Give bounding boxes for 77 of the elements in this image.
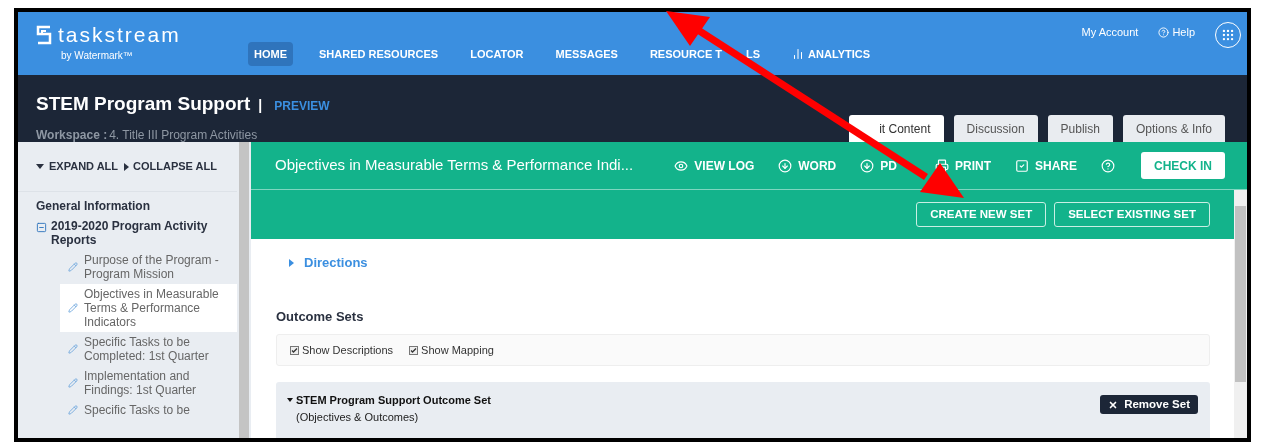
document-title: Objectives in Measurable Terms & Performance Indi... — [275, 155, 635, 176]
preview-link[interactable]: PREVIEW — [274, 97, 330, 115]
toolbar-action[interactable]: SHARE — [1014, 156, 1077, 175]
check-in-button[interactable]: CHECK IN — [1141, 152, 1225, 179]
sidebar-item[interactable]: Specific Tasks to be — [60, 400, 237, 420]
remove-set-button[interactable]: Remove Set — [1100, 395, 1198, 414]
account-link[interactable]: My Account — [1081, 24, 1139, 41]
toolbar-action[interactable]: VIEW LOG — [674, 156, 755, 175]
checkbox[interactable] — [409, 345, 419, 355]
check-icon — [291, 346, 298, 354]
checkbox[interactable] — [290, 345, 299, 355]
logo-subtitle: by Watermark™ — [61, 49, 134, 63]
item-label: Implementation and Findings: 1st Quarter — [84, 369, 198, 397]
pencil-icon — [68, 262, 78, 272]
nav-link[interactable]: SHARED RESOURCES — [313, 41, 445, 66]
help-button[interactable] — [1101, 158, 1115, 173]
logo-icon — [36, 24, 52, 45]
grid-icon — [1221, 28, 1235, 42]
tab[interactable]: Options & Info — [1122, 115, 1225, 142]
nav-link[interactable]: MESSAGES — [549, 41, 624, 66]
directions-toggle[interactable]: Directions — [289, 253, 368, 273]
nav-link[interactable]: HOME — [248, 41, 293, 66]
item-label: Purpose of the Program - Program Mission — [84, 253, 220, 281]
help-icon — [1101, 158, 1115, 173]
set-title[interactable]: STEM Program Support Outcome Set — [287, 392, 491, 409]
option-label: Show Mapping — [421, 342, 494, 358]
nav-link[interactable]: RESOURCE T LS — [643, 41, 767, 66]
set-button[interactable]: CREATE NEW SET — [916, 202, 1047, 227]
bar-chart-icon — [792, 47, 805, 60]
download-icon — [860, 158, 875, 173]
nav-link[interactable]: LOCATOR — [464, 41, 530, 66]
print-icon — [934, 158, 949, 173]
toolbar-action[interactable]: WORD — [778, 156, 837, 175]
tab[interactable]: Discussion — [953, 115, 1038, 142]
download-icon — [778, 158, 793, 173]
help-link[interactable]: Help — [1158, 24, 1195, 41]
sidebar-section[interactable]: General Information — [36, 199, 151, 213]
caret-icon — [36, 164, 44, 169]
pencil-icon — [68, 378, 78, 388]
section-heading: Outcome Sets — [276, 307, 365, 326]
collapse-all-button[interactable]: COLLAPSE ALL — [124, 158, 217, 175]
sidebar-item[interactable]: Specific Tasks to be Completed: 1st Quarter — [60, 332, 237, 366]
scrollbar[interactable] — [237, 142, 251, 438]
checkbox-icon — [1014, 158, 1029, 173]
workspace-label: Workspace : — [36, 126, 108, 144]
toolbar-action[interactable]: PRINT — [934, 156, 991, 175]
caret-icon — [287, 398, 293, 403]
expand-all-button[interactable]: EXPAND ALL — [36, 158, 119, 175]
set-button[interactable]: SELECT EXISTING SET — [1054, 202, 1210, 227]
item-label: Specific Tasks to be — [84, 403, 190, 417]
pencil-icon — [68, 344, 78, 354]
option-label: Show Descriptions — [302, 342, 394, 358]
caret-icon — [124, 162, 130, 171]
item-label: Specific Tasks to be Completed: 1st Quarter — [84, 335, 210, 363]
collapse-icon[interactable] — [36, 222, 47, 233]
nav-link[interactable]: ANALYTICS — [786, 41, 877, 66]
eye-icon — [674, 158, 689, 173]
scrollbar[interactable] — [1234, 190, 1247, 438]
sidebar-item[interactable]: Implementation and Findings: 1st Quarter — [60, 366, 237, 400]
item-label: Objectives in Measurable Terms & Performance Indicators — [84, 287, 220, 329]
check-icon — [410, 346, 418, 354]
toolbar-action[interactable]: PD — [860, 156, 911, 175]
tab[interactable]: Publish — [1047, 115, 1113, 142]
sidebar-item[interactable]: Objectives in Measurable Terms & Performance Indicators — [60, 284, 237, 332]
pencil-icon — [68, 405, 78, 415]
set-subtitle: (Objectives & Outcomes) — [296, 409, 420, 425]
sidebar-section[interactable]: 2019-2020 Program Activity Reports — [51, 219, 229, 247]
title-separator: | — [258, 96, 263, 115]
sidebar-item[interactable]: Purpose of the Program - Program Mission — [60, 250, 237, 284]
help-icon — [1158, 26, 1170, 38]
caret-icon — [289, 258, 294, 267]
page-title: STEM Program Support — [36, 92, 251, 116]
logo-text: taskstream — [58, 24, 181, 45]
pencil-icon — [68, 303, 78, 313]
close-icon — [1108, 399, 1119, 410]
tab[interactable]: it Content — [849, 115, 944, 142]
workspace-name: 4. Title III Program Activities — [109, 126, 258, 144]
